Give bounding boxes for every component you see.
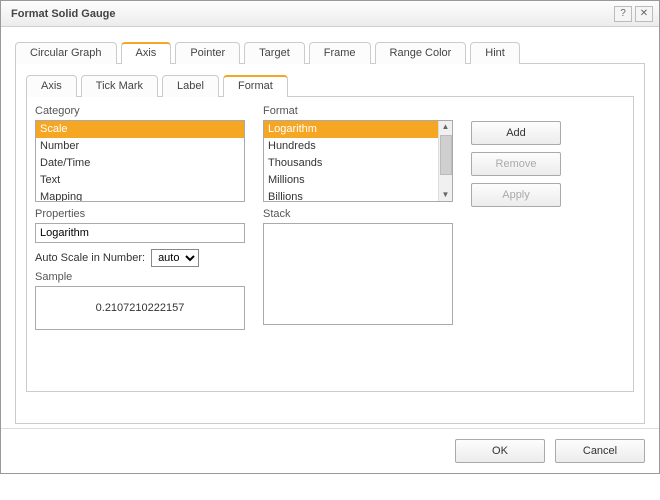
subtab-format[interactable]: Format xyxy=(223,75,288,97)
properties-label: Properties xyxy=(35,208,245,220)
category-label: Category xyxy=(35,105,245,117)
scroll-thumb[interactable] xyxy=(440,135,452,175)
list-item[interactable]: Millions xyxy=(264,172,438,189)
dialog: Format Solid Gauge ? ✕ Circular Graph Ax… xyxy=(0,0,660,474)
tab-pointer[interactable]: Pointer xyxy=(175,42,240,64)
scroll-down-icon: ▼ xyxy=(442,189,450,201)
tab-axis[interactable]: Axis xyxy=(121,42,172,64)
dialog-title: Format Solid Gauge xyxy=(11,8,116,20)
scroll-up-icon: ▲ xyxy=(442,121,450,133)
list-item[interactable]: Logarithm xyxy=(264,121,438,138)
dialog-content: Circular Graph Axis Pointer Target Frame… xyxy=(1,27,659,428)
subtab-tick-mark[interactable]: Tick Mark xyxy=(81,75,158,97)
sample-box: 0.2107210222157 xyxy=(35,286,245,330)
add-button[interactable]: Add xyxy=(471,121,561,145)
sample-label: Sample xyxy=(35,271,245,283)
list-item[interactable]: Scale xyxy=(36,121,244,138)
auto-scale-select[interactable]: auto xyxy=(151,249,199,267)
category-listbox[interactable]: Scale Number Date/Time Text Mapping xyxy=(35,120,245,202)
ok-button[interactable]: OK xyxy=(455,439,545,463)
list-item[interactable]: Date/Time xyxy=(36,155,244,172)
column-middle: Format Logarithm Hundreds Thousands Mill… xyxy=(263,105,453,383)
sample-value: 0.2107210222157 xyxy=(96,302,185,314)
column-right: Add Remove Apply xyxy=(471,105,581,383)
stack-listbox[interactable] xyxy=(263,223,453,325)
scrollbar[interactable]: ▲ ▼ xyxy=(438,121,452,201)
format-label: Format xyxy=(263,105,453,117)
titlebar: Format Solid Gauge ? ✕ xyxy=(1,1,659,27)
tab-circular-graph[interactable]: Circular Graph xyxy=(15,42,117,64)
apply-button[interactable]: Apply xyxy=(471,183,561,207)
list-item[interactable]: Billions xyxy=(264,189,438,202)
inner-tab-panel: Category Scale Number Date/Time Text Map… xyxy=(26,97,634,392)
properties-input[interactable] xyxy=(35,223,245,243)
tab-hint[interactable]: Hint xyxy=(470,42,520,64)
remove-button[interactable]: Remove xyxy=(471,152,561,176)
inner-tab-row: Axis Tick Mark Label Format xyxy=(26,74,634,97)
column-left: Category Scale Number Date/Time Text Map… xyxy=(35,105,245,383)
stack-label: Stack xyxy=(263,208,453,220)
close-button[interactable]: ✕ xyxy=(635,6,653,22)
list-item[interactable]: Thousands xyxy=(264,155,438,172)
list-item[interactable]: Mapping xyxy=(36,189,244,202)
list-item[interactable]: Number xyxy=(36,138,244,155)
subtab-axis[interactable]: Axis xyxy=(26,75,77,97)
outer-tab-panel: Axis Tick Mark Label Format Category Sca… xyxy=(15,64,645,424)
help-button[interactable]: ? xyxy=(614,6,632,22)
format-listbox[interactable]: Logarithm Hundreds Thousands Millions Bi… xyxy=(263,120,453,202)
tab-frame[interactable]: Frame xyxy=(309,42,371,64)
titlebar-controls: ? ✕ xyxy=(614,6,653,22)
auto-scale-row: Auto Scale in Number: auto xyxy=(35,249,245,267)
subtab-label[interactable]: Label xyxy=(162,75,219,97)
tab-range-color[interactable]: Range Color xyxy=(375,42,467,64)
dialog-footer: OK Cancel xyxy=(1,428,659,473)
tab-target[interactable]: Target xyxy=(244,42,305,64)
outer-tab-row: Circular Graph Axis Pointer Target Frame… xyxy=(15,41,645,64)
cancel-button[interactable]: Cancel xyxy=(555,439,645,463)
list-item[interactable]: Hundreds xyxy=(264,138,438,155)
auto-scale-label: Auto Scale in Number: xyxy=(35,252,145,264)
close-icon: ✕ xyxy=(640,8,648,19)
list-item[interactable]: Text xyxy=(36,172,244,189)
